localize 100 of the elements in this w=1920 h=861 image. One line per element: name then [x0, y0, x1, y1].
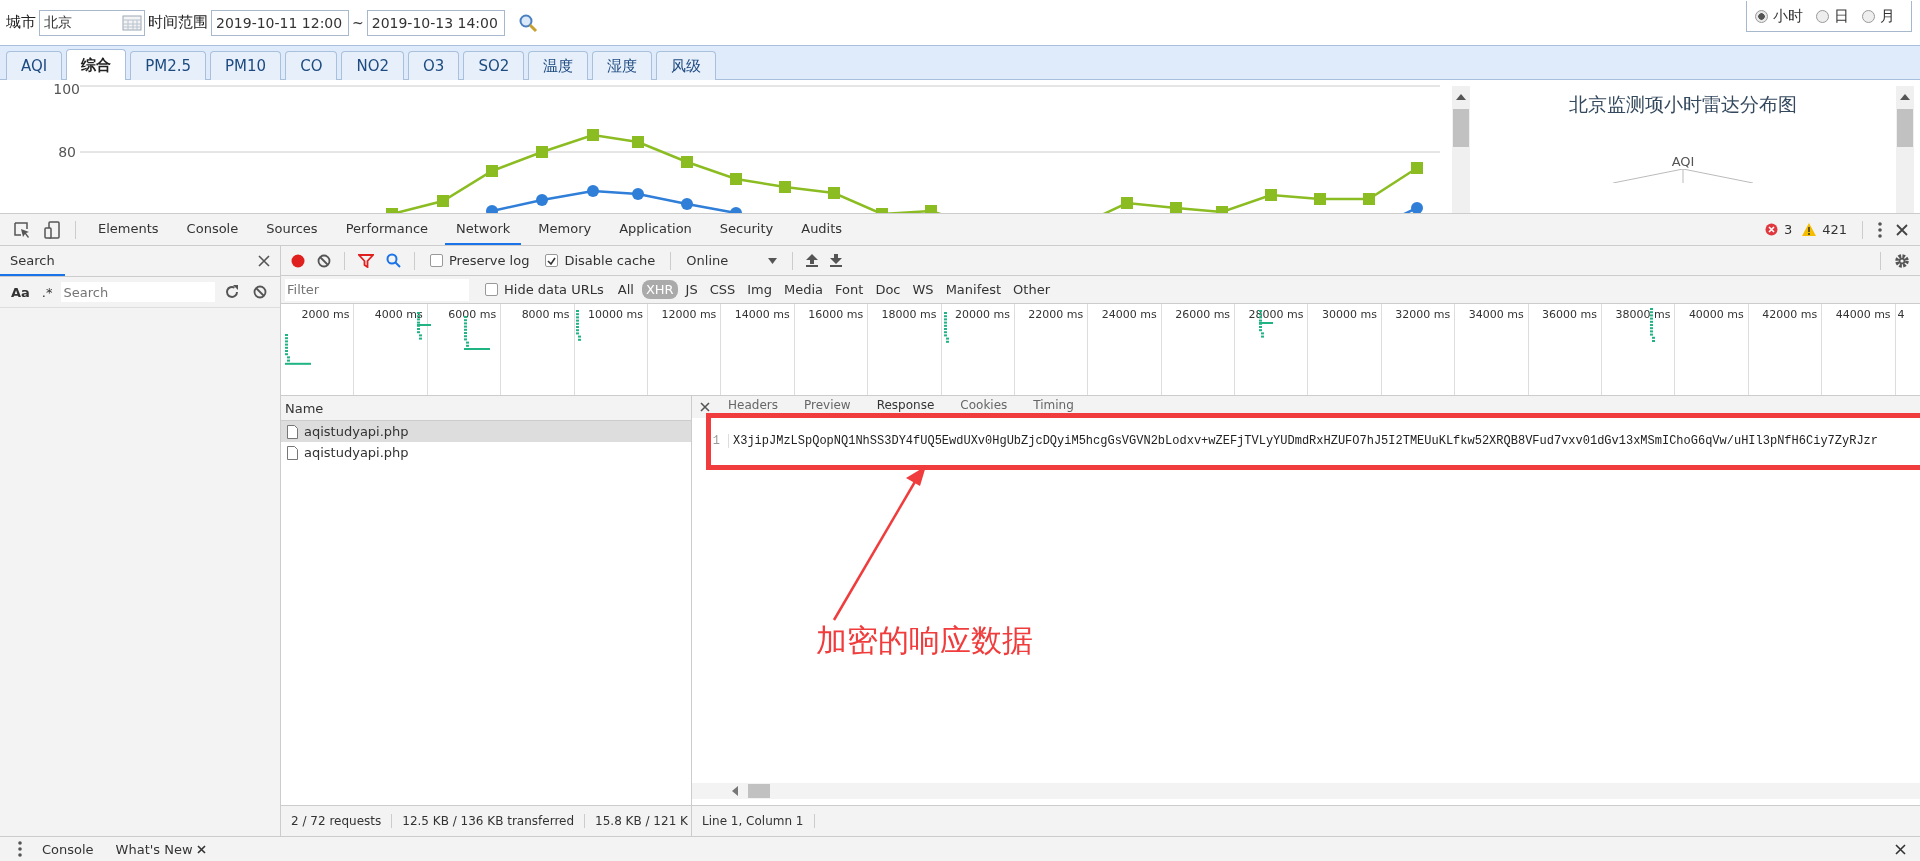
- tab[interactable]: CO: [285, 51, 338, 80]
- scroll-up-icon[interactable]: [1456, 94, 1466, 100]
- radio-button[interactable]: [1816, 9, 1829, 23]
- filter-type-button[interactable]: JS: [681, 280, 702, 299]
- filter-type-button[interactable]: All: [613, 280, 638, 299]
- search-field[interactable]: Search: [61, 282, 216, 302]
- tab[interactable]: Sources: [255, 214, 329, 245]
- tab[interactable]: O3: [408, 51, 460, 80]
- tab[interactable]: Security: [708, 214, 785, 245]
- checkbox-label[interactable]: Hide data URLs: [504, 282, 604, 297]
- scroll-left-icon[interactable]: [732, 786, 738, 796]
- checkbox[interactable]: [430, 254, 443, 267]
- scrollbar-thumb[interactable]: [1453, 109, 1469, 147]
- status-text: Line 1, Column 1: [692, 814, 815, 828]
- regex-toggle[interactable]: .*: [38, 284, 56, 300]
- scrollbar[interactable]: [1896, 86, 1914, 213]
- close-icon[interactable]: [1896, 223, 1908, 236]
- scrollbar-thumb[interactable]: [1897, 109, 1913, 147]
- scrollbar[interactable]: [692, 783, 1920, 799]
- tab[interactable]: Network: [445, 214, 522, 245]
- refresh-icon[interactable]: [225, 285, 240, 299]
- tab[interactable]: Performance: [334, 214, 440, 245]
- filter-type-button[interactable]: Img: [743, 280, 777, 299]
- checkbox-label[interactable]: Preserve log: [449, 253, 530, 268]
- device-icon[interactable]: [44, 220, 60, 239]
- tab[interactable]: Elements: [87, 214, 170, 245]
- tab[interactable]: 湿度: [592, 51, 653, 80]
- more-icon[interactable]: [1878, 221, 1882, 238]
- tab[interactable]: Memory: [527, 214, 603, 245]
- radio-label[interactable]: 小时: [1773, 6, 1803, 26]
- close-icon[interactable]: [196, 844, 206, 854]
- radio-button[interactable]: [1755, 9, 1768, 23]
- line-number: 1: [692, 434, 729, 448]
- tab[interactable]: Headers: [716, 398, 790, 418]
- request-bars-drawing: [576, 310, 581, 341]
- field-label: 城市: [6, 13, 36, 32]
- tab[interactable]: Application: [608, 214, 703, 245]
- tab[interactable]: Cookies: [948, 398, 1020, 418]
- tab[interactable]: NO2: [341, 51, 404, 80]
- filter-type-button[interactable]: Media: [780, 280, 828, 299]
- search-icon[interactable]: [517, 12, 538, 33]
- checkbox-label[interactable]: Disable cache: [564, 253, 656, 268]
- request-row[interactable]: aqistudyapi.php: [281, 421, 691, 442]
- close-icon[interactable]: [258, 255, 270, 267]
- inspect-icon[interactable]: [14, 221, 30, 238]
- tab[interactable]: What's New: [109, 841, 212, 857]
- data-point: [536, 146, 548, 158]
- data-point: [536, 194, 548, 206]
- tab[interactable]: Search: [0, 246, 65, 276]
- filter-field[interactable]: Filter: [285, 278, 469, 301]
- more-icon[interactable]: [18, 841, 22, 857]
- record-icon[interactable]: [291, 253, 305, 268]
- close-icon[interactable]: [1895, 843, 1906, 855]
- radio-label[interactable]: 月: [1880, 6, 1895, 26]
- tab[interactable]: PM2.5: [130, 51, 207, 80]
- settings-icon[interactable]: [1894, 252, 1910, 269]
- case-toggle[interactable]: Aa: [8, 284, 33, 300]
- tab[interactable]: Response: [864, 398, 947, 418]
- tab[interactable]: 综合: [66, 49, 127, 80]
- filter-type-button[interactable]: Other: [1009, 280, 1055, 299]
- tab[interactable]: Preview: [791, 398, 863, 418]
- filter-type-button[interactable]: Manifest: [941, 280, 1006, 299]
- checkbox[interactable]: [485, 283, 498, 296]
- tab[interactable]: 风级: [656, 51, 717, 80]
- tab[interactable]: PM10: [210, 51, 282, 80]
- search-icon[interactable]: [386, 253, 401, 268]
- request-bars-drawing: [1650, 308, 1655, 342]
- clear-icon[interactable]: [317, 253, 331, 268]
- tab[interactable]: Console: [36, 841, 100, 857]
- radio-button[interactable]: [1862, 9, 1875, 23]
- scrollbar[interactable]: [1452, 86, 1470, 213]
- filter-type-button[interactable]: WS: [908, 280, 938, 299]
- filter-type-button[interactable]: Font: [831, 280, 868, 299]
- tab[interactable]: 温度: [528, 51, 589, 80]
- download-icon[interactable]: [830, 254, 843, 267]
- city-field[interactable]: 北京: [39, 9, 145, 36]
- checkbox[interactable]: [545, 254, 559, 267]
- tab[interactable]: Timing: [1021, 398, 1086, 418]
- tab[interactable]: SO2: [463, 51, 525, 80]
- tab[interactable]: Audits: [790, 214, 854, 245]
- tab[interactable]: AQI: [6, 51, 63, 80]
- timeline-tick-label: 34000 ms: [1468, 308, 1524, 322]
- request-row[interactable]: aqistudyapi.php: [281, 442, 691, 463]
- close-icon[interactable]: [700, 402, 710, 412]
- clear-icon[interactable]: [253, 285, 268, 299]
- data-point: [1363, 193, 1375, 205]
- filter-icon[interactable]: [358, 253, 374, 268]
- timeline-tick-label: 24000 ms: [1101, 308, 1157, 322]
- timeline-tick-label: 2000 ms: [301, 308, 350, 322]
- end-date-field[interactable]: 2019-10-13 14:00: [366, 9, 505, 36]
- scrollbar-thumb[interactable]: [748, 784, 770, 798]
- radio-label[interactable]: 日: [1834, 6, 1849, 26]
- start-date-field[interactable]: 2019-10-11 12:00: [211, 9, 349, 36]
- throttling-dropdown[interactable]: Online: [680, 253, 784, 268]
- filter-type-button[interactable]: CSS: [705, 280, 740, 299]
- scroll-up-icon[interactable]: [1900, 94, 1910, 100]
- axis-label: AQI: [1671, 154, 1695, 169]
- filter-type-button[interactable]: Doc: [871, 280, 905, 299]
- tab[interactable]: Console: [175, 214, 250, 245]
- upload-icon[interactable]: [806, 254, 819, 267]
